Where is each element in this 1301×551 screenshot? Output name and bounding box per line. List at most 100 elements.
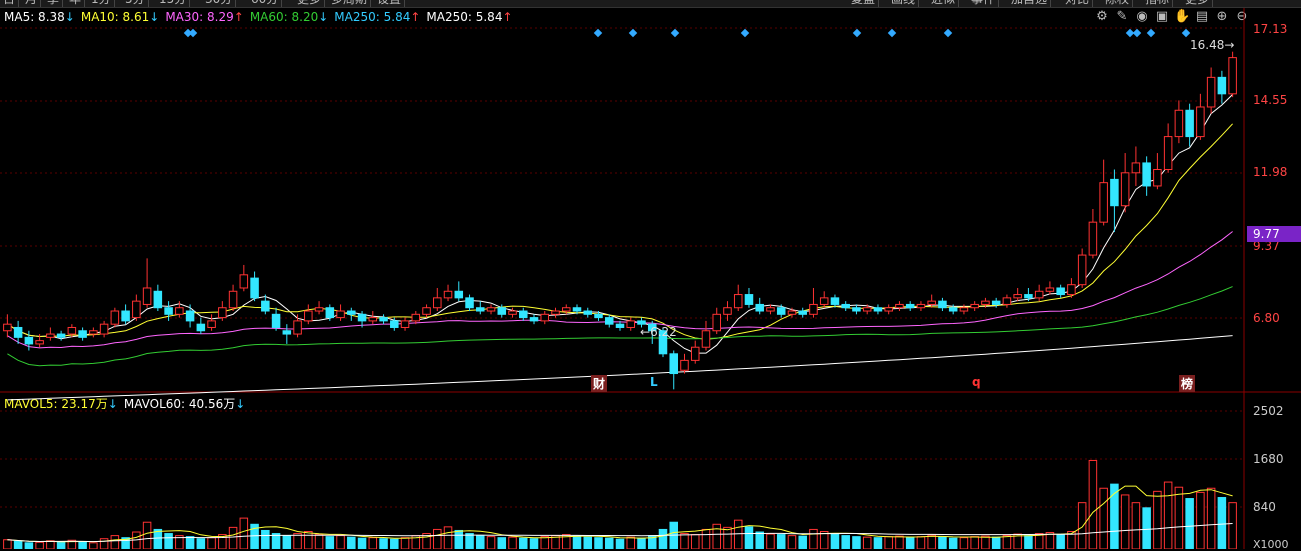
volume-bar [787, 535, 797, 549]
volume-bar [390, 538, 399, 549]
candle-body [604, 317, 614, 325]
candle-body [132, 300, 141, 319]
volume-bar [895, 535, 904, 549]
candle-body [529, 317, 539, 322]
candle-body [744, 294, 754, 305]
volume-bar [948, 537, 958, 549]
volume-bar [99, 538, 109, 549]
candle-body [690, 346, 700, 361]
candle-body [809, 303, 818, 315]
volume-bar [701, 528, 711, 549]
candle-body [422, 307, 431, 315]
signal-diamond [887, 28, 897, 38]
candle-body [1217, 76, 1227, 95]
candle-body [540, 313, 550, 322]
candle-body [110, 310, 120, 325]
volume-bar [594, 537, 603, 549]
volume-bar [1163, 481, 1173, 549]
candle-body [680, 359, 689, 371]
volume-bar [56, 541, 66, 549]
volume-bar [798, 535, 807, 549]
candle-body [261, 300, 270, 312]
signal-diamond [1132, 28, 1142, 38]
volume-bar [841, 535, 850, 549]
event-marker-finance[interactable]: 财 [591, 375, 608, 392]
volume-bar [13, 540, 23, 549]
volume-bar [1217, 497, 1227, 549]
candle-body [357, 313, 367, 322]
candle-body [486, 307, 496, 312]
volume-bar [540, 536, 550, 549]
volume-unit-label: X1000 [1253, 538, 1289, 551]
volume-bar [959, 537, 969, 549]
candle-body [1077, 254, 1087, 286]
volume-bar [185, 536, 195, 549]
candle-body [347, 310, 356, 315]
candle-body [99, 323, 109, 335]
volume-bar [938, 536, 947, 549]
signal-diamond [1146, 28, 1156, 38]
volume-bar [24, 542, 34, 549]
volume-bar [282, 535, 292, 549]
volume-bar [572, 535, 582, 549]
volume-bar [680, 533, 689, 549]
candle-body [400, 320, 410, 328]
event-marker-list[interactable]: 榜 [1179, 375, 1196, 392]
ma250-line [7, 335, 1233, 401]
candle-body [1163, 136, 1173, 171]
price-axis-label: 6.80 [1253, 311, 1280, 325]
candle-body [379, 317, 388, 322]
candle-body [948, 307, 958, 312]
signal-diamond [628, 28, 638, 38]
candle-body [1142, 162, 1151, 187]
signal-diamond [670, 28, 680, 38]
volume-bar [733, 519, 743, 549]
volume-bar [207, 537, 216, 549]
candle-body [1024, 294, 1033, 299]
volume-axis-label: 2502 [1253, 404, 1284, 418]
volume-bar [905, 536, 915, 549]
volume-bar [1131, 502, 1141, 549]
volume-bar [809, 528, 818, 549]
volume-bar [1153, 490, 1162, 549]
candle-body [1088, 221, 1098, 256]
candle-body [13, 326, 23, 338]
candle-body [798, 310, 807, 315]
candle-body [1067, 284, 1076, 296]
candle-body [411, 313, 421, 322]
volume-bar [508, 536, 517, 549]
event-marker-l[interactable]: L [650, 375, 658, 389]
candle-body [121, 310, 130, 322]
volume-bar [1034, 533, 1044, 549]
candle-body [35, 340, 44, 345]
candle-body [368, 317, 378, 322]
volume-bar [89, 542, 98, 549]
candle-body [981, 300, 990, 305]
candle-body [733, 294, 743, 309]
candle-body [1185, 109, 1194, 138]
candle-body [67, 326, 77, 335]
candle-body [3, 323, 12, 332]
volume-bar [347, 536, 356, 549]
volume-bar [615, 538, 625, 549]
volume-bar [1024, 535, 1033, 549]
kline-chart[interactable] [0, 0, 1301, 549]
signal-diamond [1181, 28, 1191, 38]
event-marker-q[interactable]: q [972, 375, 981, 389]
low-price-label: ←6.22 [640, 325, 677, 339]
candle-body [701, 330, 711, 348]
candle-body [669, 353, 679, 375]
candle-body [304, 310, 313, 322]
candle-body [895, 303, 904, 309]
volume-bar [357, 537, 367, 549]
volume-bar [433, 528, 442, 549]
candle-body [583, 310, 593, 315]
signal-diamond [852, 28, 862, 38]
candle-body [239, 274, 249, 289]
candle-body [991, 300, 1001, 305]
volume-bar [604, 537, 614, 549]
volume-bar [228, 526, 238, 549]
candle-body [390, 320, 399, 328]
candle-body [519, 310, 528, 319]
candle-body [1013, 294, 1022, 299]
